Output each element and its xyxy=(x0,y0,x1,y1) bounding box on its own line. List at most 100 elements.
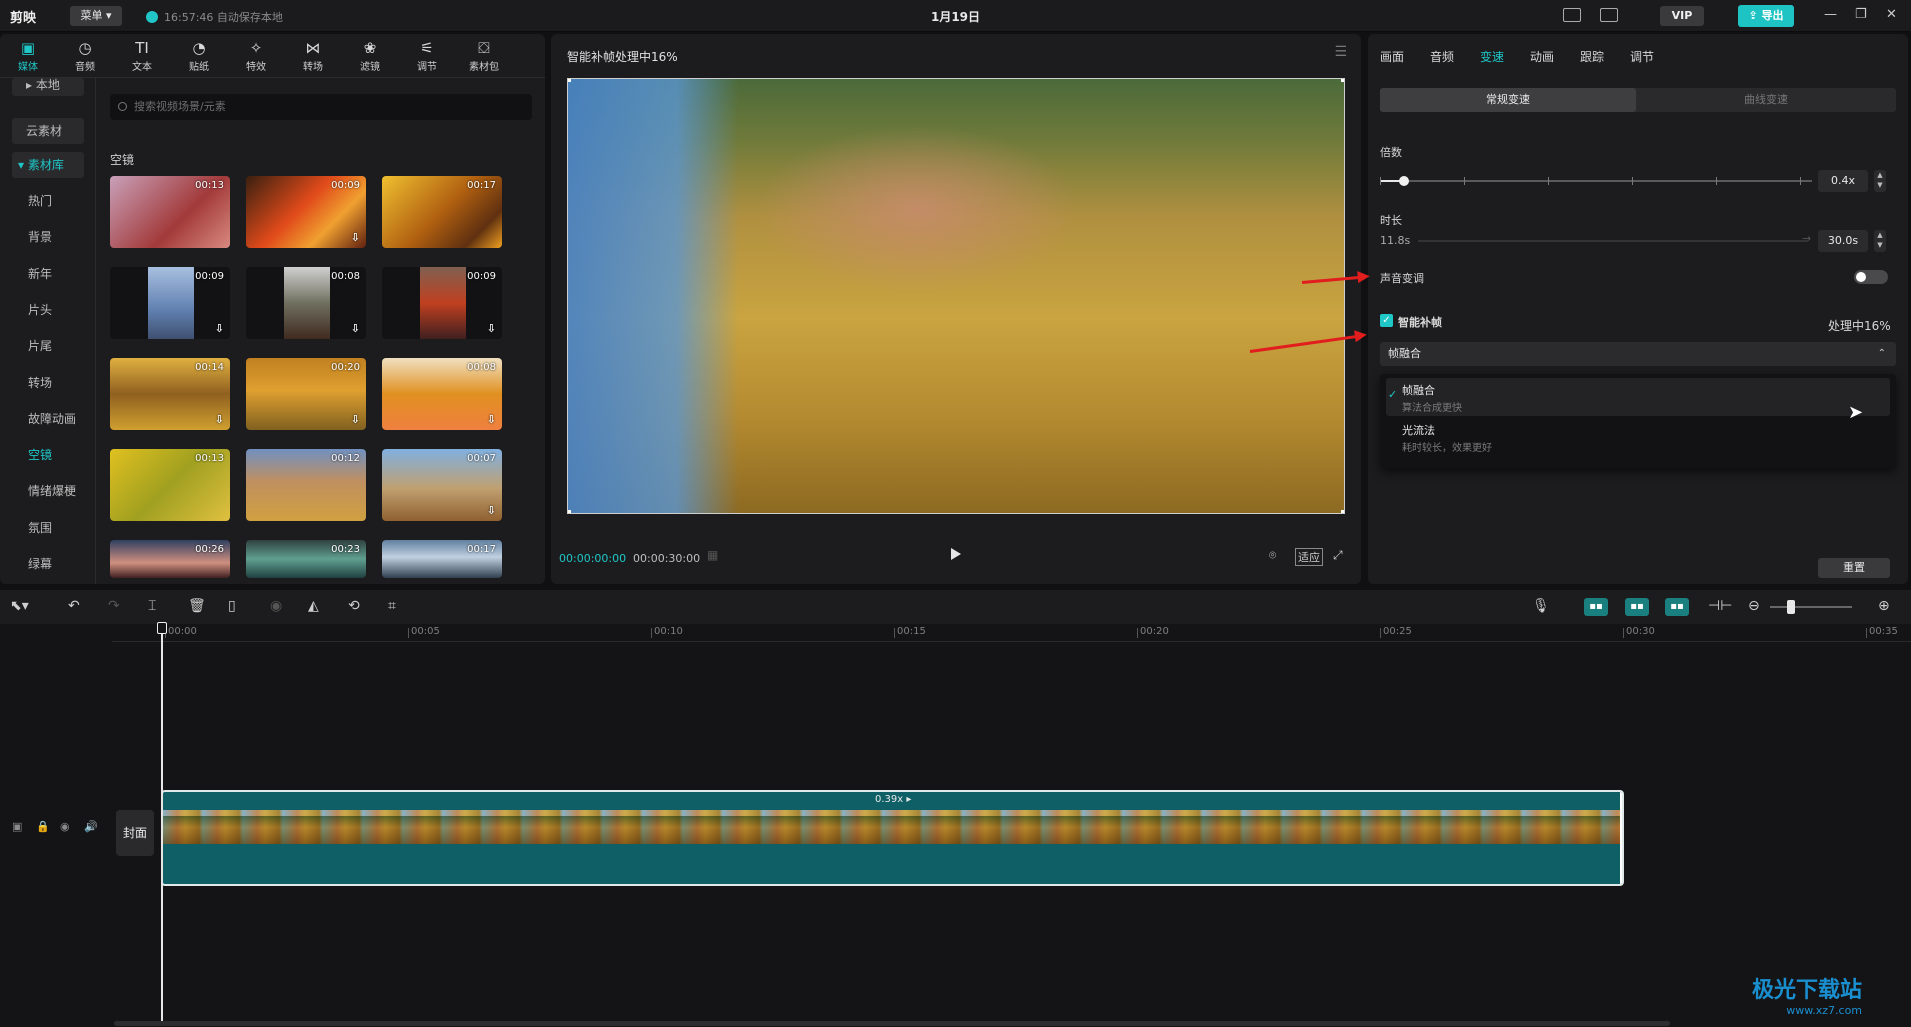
multiplier-stepper[interactable]: ▲ ▼ xyxy=(1874,170,1886,192)
resize-handle[interactable] xyxy=(1341,510,1344,513)
preview-menu-icon[interactable]: ☰ xyxy=(1334,44,1347,60)
nav-subitem[interactable]: 故障动画 xyxy=(12,406,84,432)
media-thumbnail[interactable]: 00:08 ⇩ xyxy=(246,267,366,339)
snap-icon[interactable]: ▪▪ xyxy=(1625,598,1649,616)
undo-icon[interactable]: ↶ xyxy=(68,598,80,614)
media-thumbnail[interactable]: 00:14 ⇩ xyxy=(110,358,230,430)
tool-tab-text[interactable]: TI 文本 xyxy=(118,38,166,73)
grid-icon[interactable]: ▦ xyxy=(707,548,718,562)
nav-subitem[interactable]: 背景 xyxy=(12,224,84,250)
nav-subitem[interactable]: 热门 xyxy=(12,188,84,214)
media-thumbnail[interactable]: 00:09 ⇩ xyxy=(246,176,366,248)
close-icon[interactable]: ✕ xyxy=(1886,7,1897,22)
media-thumbnail[interactable]: 00:07 ⇩ xyxy=(382,449,502,521)
select-tool-icon[interactable]: ⬉▾ xyxy=(10,598,29,614)
search-input[interactable]: 搜索视频场景/元素 xyxy=(110,94,532,120)
redo-icon[interactable]: ↷ xyxy=(108,598,120,614)
playhead[interactable] xyxy=(161,624,163,1024)
zoom-out-icon[interactable]: ⊖ xyxy=(1748,598,1760,614)
regular-speed-tab[interactable]: 常规变速 xyxy=(1380,88,1636,112)
preview-axis-icon[interactable]: ⊣⊢ xyxy=(1708,598,1732,614)
download-icon[interactable]: ⇩ xyxy=(351,231,360,244)
duration-stepper[interactable]: ▲ ▼ xyxy=(1874,230,1886,252)
download-icon[interactable]: ⇩ xyxy=(215,413,224,426)
split-icon[interactable]: ⌶ xyxy=(148,598,156,614)
media-thumbnail[interactable]: 00:13 xyxy=(110,449,230,521)
property-tab[interactable]: 跟踪 xyxy=(1580,48,1604,65)
volume-icon[interactable]: 🔊 xyxy=(84,820,98,833)
tool-tab-media[interactable]: ▣ 媒体 xyxy=(4,38,52,73)
property-tab[interactable]: 变速 xyxy=(1480,48,1504,65)
minimize-icon[interactable]: — xyxy=(1824,7,1837,22)
media-thumbnail[interactable]: 00:09 ⇩ xyxy=(382,267,502,339)
reset-button[interactable]: 重置 xyxy=(1818,558,1890,578)
restore-icon[interactable]: ❐ xyxy=(1855,7,1867,22)
nav-subitem[interactable]: 空镜 xyxy=(12,442,84,468)
tool-tab-effects[interactable]: ✧ 特效 xyxy=(232,38,280,73)
tool-tab-sticker[interactable]: ◔ 贴纸 xyxy=(175,38,223,73)
mirror-icon[interactable]: ◭ xyxy=(308,598,319,614)
resize-handle[interactable] xyxy=(568,79,571,82)
nav-subitem[interactable]: 新年 xyxy=(12,261,84,287)
media-thumbnail[interactable]: 00:13 xyxy=(110,176,230,248)
option-frame-blend[interactable]: ✓ 帧融合 算法合成更快 xyxy=(1386,378,1890,416)
clip-trim-handle[interactable] xyxy=(1615,792,1622,884)
freeze-icon[interactable]: ▯ xyxy=(228,598,236,614)
tool-tab-adjust[interactable]: ⚟ 调节 xyxy=(403,38,451,73)
download-icon[interactable]: ⇩ xyxy=(487,413,496,426)
snapshot-icon[interactable]: ⌾ xyxy=(1269,548,1276,563)
nav-subitem[interactable]: 转场 xyxy=(12,370,84,396)
resize-handle[interactable] xyxy=(568,510,571,513)
smart-frame-checkbox[interactable]: ✓ xyxy=(1380,314,1393,327)
tool-tab-audio[interactable]: ◷ 音频 xyxy=(61,38,109,73)
nav-cloud[interactable]: 云素材 xyxy=(12,118,84,144)
nav-local[interactable]: ▸ 本地 xyxy=(12,78,84,96)
time-ruler[interactable]: 00:00 00:05 00:10 00:15 00:20 00:25 00:30 00:35 xyxy=(112,624,1911,642)
nav-subitem[interactable]: 片尾 xyxy=(12,333,84,359)
rotate-icon[interactable]: ⟲ xyxy=(348,598,360,614)
nav-subitem[interactable]: 情绪爆梗 xyxy=(12,478,84,504)
media-thumbnail[interactable]: 00:23 xyxy=(246,540,366,578)
reverse-icon[interactable]: ◉ xyxy=(270,598,282,614)
download-icon[interactable]: ⇩ xyxy=(487,322,496,335)
video-preview[interactable] xyxy=(567,78,1345,514)
download-icon[interactable]: ⇩ xyxy=(215,322,224,335)
property-tab[interactable]: 调节 xyxy=(1630,48,1654,65)
property-tab[interactable]: 画面 xyxy=(1380,48,1404,65)
download-icon[interactable]: ⇩ xyxy=(487,504,496,517)
export-button[interactable]: ⇪ 导出 xyxy=(1738,5,1794,27)
nav-subitem[interactable]: 绿幕 xyxy=(12,551,84,577)
curve-speed-tab[interactable]: 曲线变速 xyxy=(1638,88,1894,112)
media-thumbnail[interactable]: 00:20 ⇩ xyxy=(246,358,366,430)
resize-handle[interactable] xyxy=(1341,79,1344,82)
tool-tab-filter[interactable]: ❀ 滤镜 xyxy=(346,38,394,73)
property-tab[interactable]: 动画 xyxy=(1530,48,1554,65)
delete-icon[interactable]: 🗑 xyxy=(188,598,206,614)
eye-icon[interactable]: ◉ xyxy=(60,820,70,833)
duration-input[interactable]: 30.0s xyxy=(1818,230,1868,252)
media-thumbnail[interactable]: 00:12 xyxy=(246,449,366,521)
shortcut-icon[interactable] xyxy=(1563,8,1581,22)
lock-icon[interactable]: 🔒 xyxy=(36,820,50,833)
zoom-in-icon[interactable]: ⊕ xyxy=(1878,598,1890,614)
timeline-scrollbar[interactable] xyxy=(114,1021,1670,1026)
tool-tab-transition[interactable]: ⋈ 转场 xyxy=(289,38,337,73)
pitch-toggle[interactable] xyxy=(1854,270,1888,284)
layout-icon[interactable] xyxy=(1600,8,1618,22)
option-optical-flow[interactable]: 光流法 耗时较长，效果更好 xyxy=(1386,418,1890,456)
ratio-button[interactable]: 适应 xyxy=(1295,548,1323,566)
frame-method-select[interactable]: 帧融合 ⌃ xyxy=(1380,342,1896,366)
linkage-icon[interactable]: ▪▪ xyxy=(1665,598,1689,616)
nav-subitem[interactable]: 片头 xyxy=(12,297,84,323)
playhead-handle[interactable] xyxy=(157,622,167,634)
fullscreen-icon[interactable]: ⤢ xyxy=(1333,548,1343,563)
tool-tab-package[interactable]: ⛋ 素材包 xyxy=(460,38,508,73)
zoom-knob[interactable] xyxy=(1787,600,1795,614)
media-thumbnail[interactable]: 00:26 xyxy=(110,540,230,578)
download-icon[interactable]: ⇩ xyxy=(351,322,360,335)
play-button[interactable] xyxy=(951,548,961,560)
link-main-track-icon[interactable]: ▪▪ xyxy=(1584,598,1608,616)
multiplier-input[interactable]: 0.4x xyxy=(1818,170,1868,192)
track-cover-icon[interactable]: ▣ xyxy=(12,820,22,833)
multiplier-slider[interactable] xyxy=(1380,180,1812,182)
